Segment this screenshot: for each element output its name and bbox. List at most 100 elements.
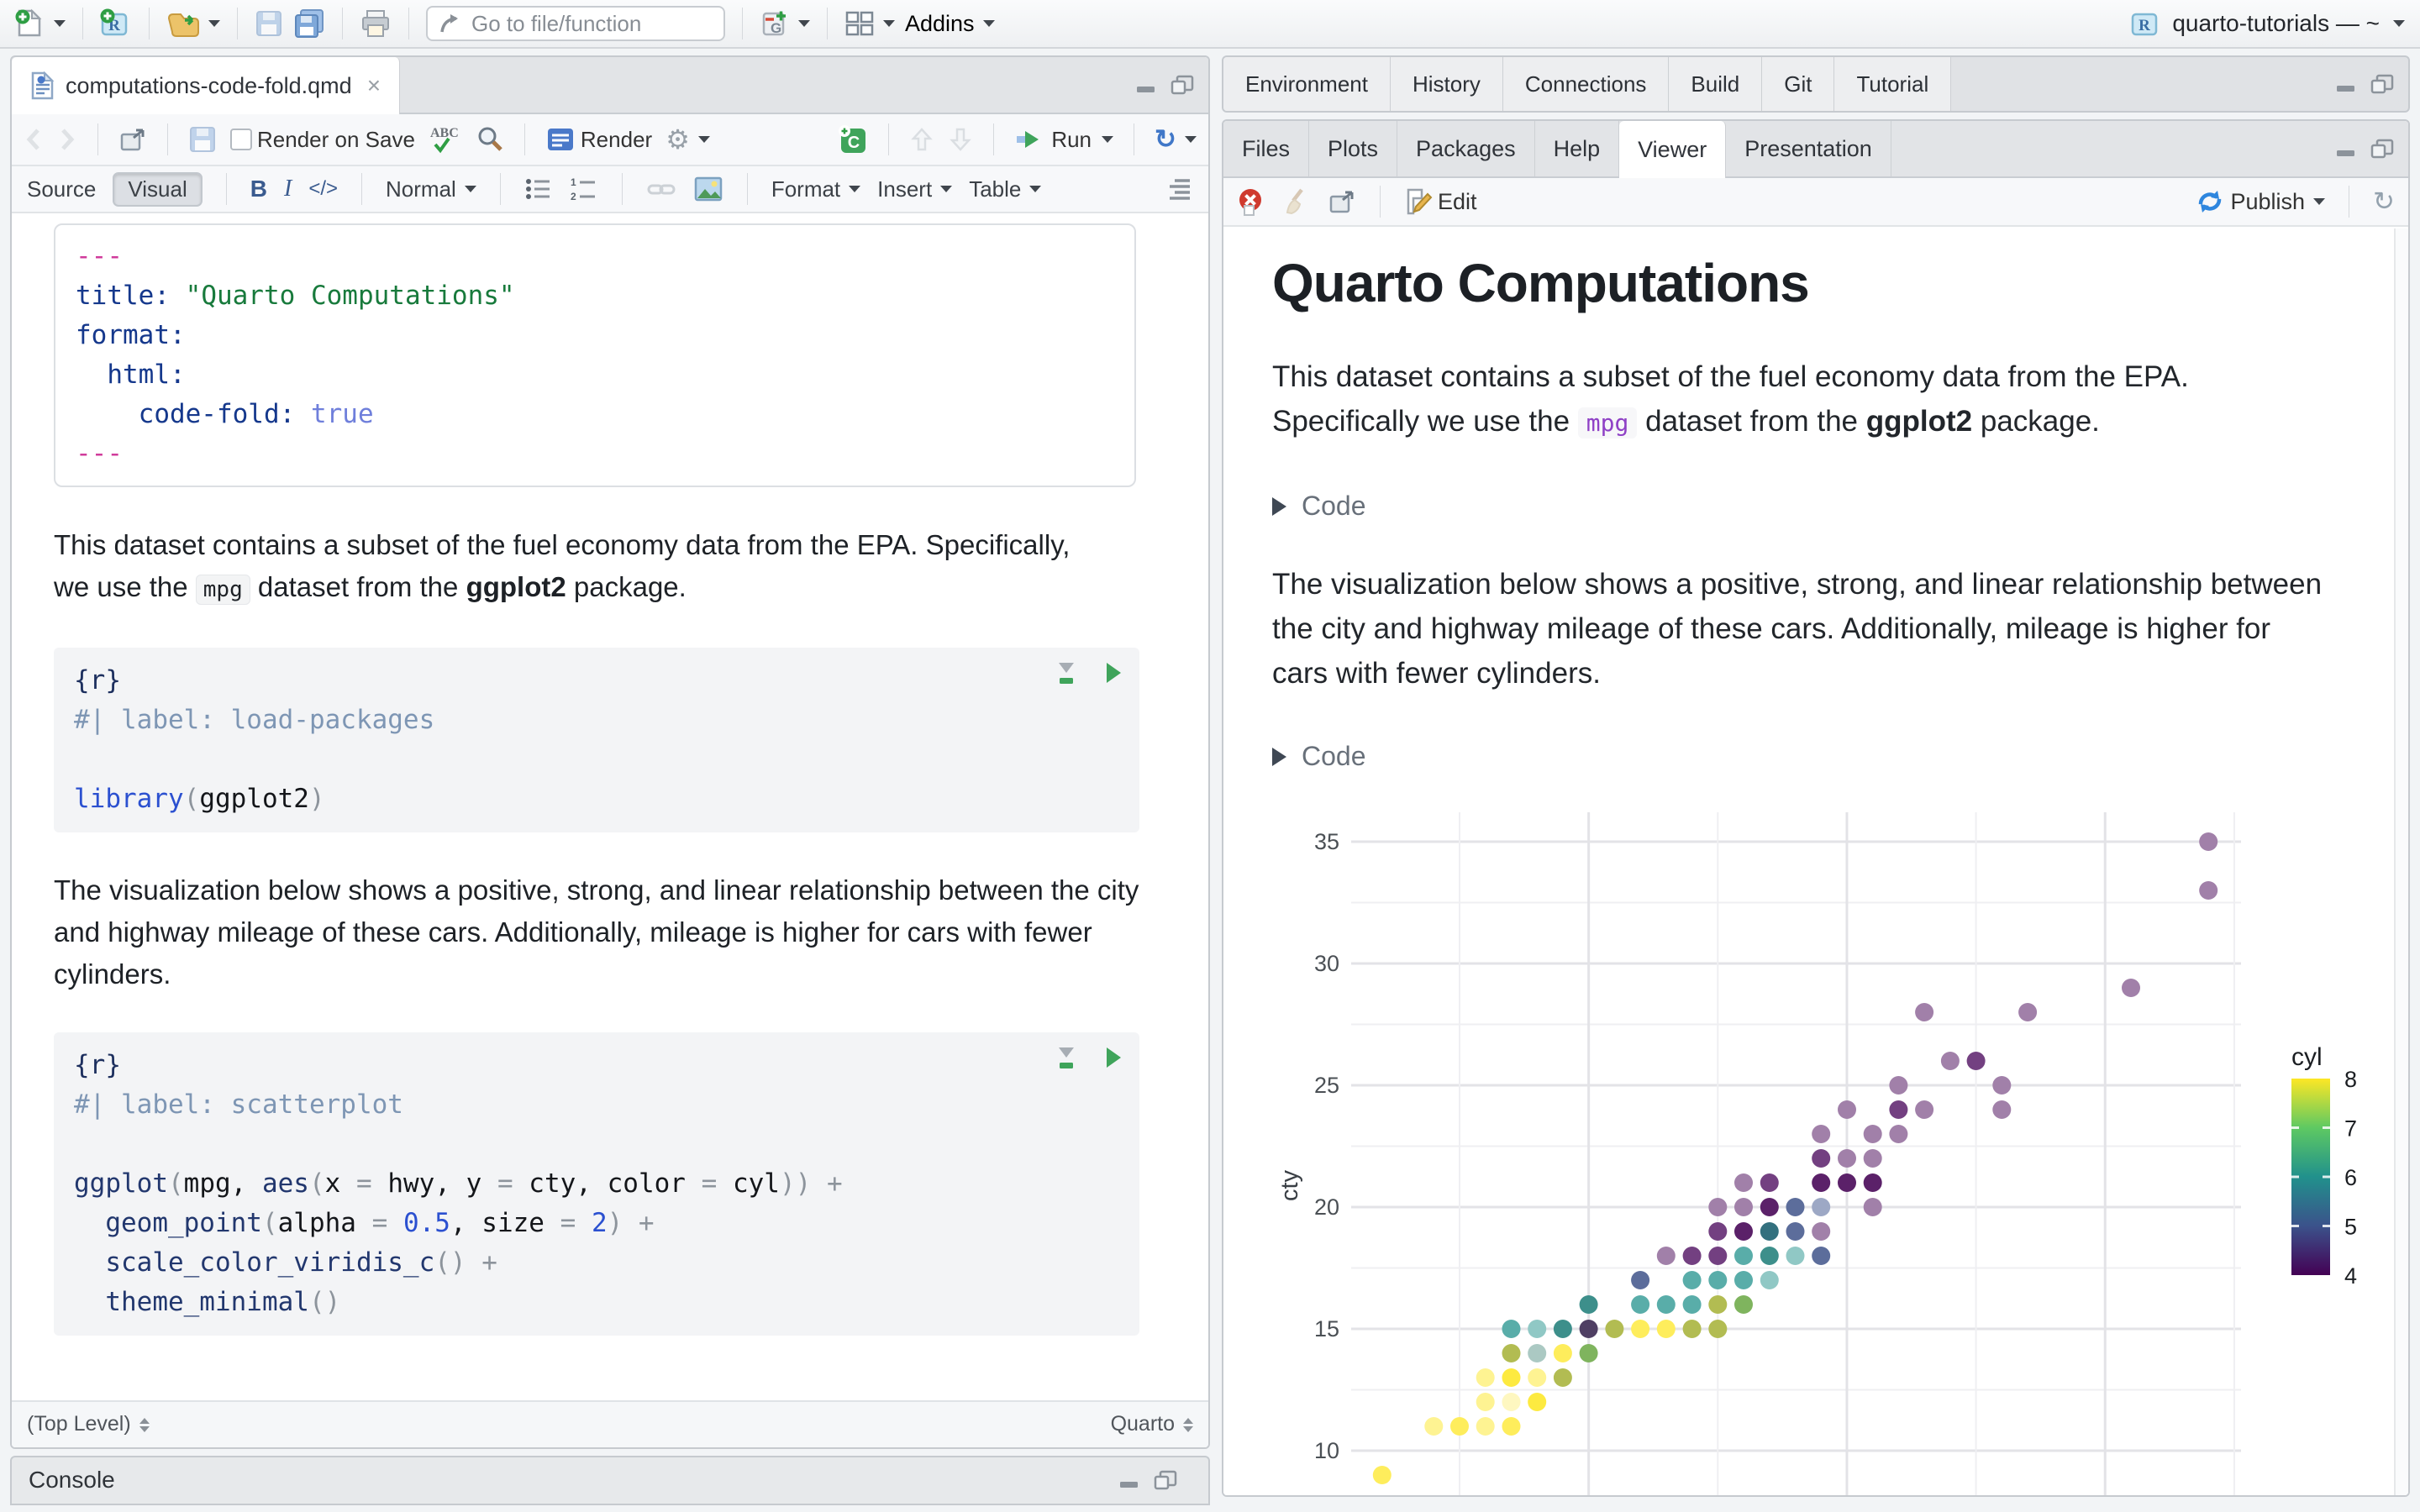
forward-button[interactable]	[57, 126, 77, 153]
open-file-button[interactable]	[166, 8, 220, 39]
render-button[interactable]: Render	[545, 125, 652, 154]
editor-statusbar: (Top Level) Quarto	[12, 1399, 1208, 1447]
tab-connections[interactable]: Connections	[1502, 57, 1670, 111]
insert-chunk-button[interactable]: C	[838, 124, 868, 155]
refresh-viewer-button[interactable]: ↻	[2373, 186, 2395, 217]
minimize-icon[interactable]	[1118, 1470, 1141, 1490]
print-button[interactable]	[360, 8, 392, 39]
viewer-tabbar: Files Plots Packages Help Viewer Presentation	[1223, 121, 2408, 178]
render-on-save-checkbox[interactable]: Render on Save	[230, 127, 415, 153]
back-button[interactable]	[24, 126, 44, 153]
italic-button[interactable]: I	[284, 176, 292, 202]
save-button[interactable]	[255, 9, 283, 38]
find-button[interactable]	[476, 125, 504, 154]
run-chunk-icon[interactable]	[1102, 660, 1124, 685]
version-control-button[interactable]: G	[760, 8, 810, 39]
scope-selector[interactable]: (Top Level)	[27, 1412, 150, 1436]
close-icon[interactable]: ×	[367, 72, 381, 99]
console-pane-header[interactable]: Console	[10, 1455, 1210, 1505]
visual-mode-button[interactable]: Visual	[113, 171, 203, 207]
code-fold-toggle[interactable]: Code	[1272, 741, 2408, 772]
tab-environment[interactable]: Environment	[1223, 57, 1391, 111]
divider	[82, 8, 83, 39]
bullet-list-button[interactable]	[524, 176, 553, 202]
tab-build[interactable]: Build	[1669, 57, 1763, 111]
editor-paragraph[interactable]: The visualization below shows a positive…	[54, 869, 1159, 995]
insert-dropdown[interactable]: Insert	[877, 176, 953, 202]
tab-files[interactable]: Files	[1223, 121, 1310, 176]
code-chunk-scatterplot[interactable]: {r} #| label: scatterplot ggplot(mpg, aes…	[54, 1032, 1139, 1336]
code-button[interactable]: </>	[308, 177, 338, 201]
save-all-icon	[293, 8, 325, 39]
stop-icon	[1237, 187, 1265, 216]
editor-content[interactable]: --- title: "Quarto Computations" format: h…	[12, 213, 1208, 1400]
goto-file-input[interactable]: Go to file/function	[426, 6, 725, 41]
save-all-button[interactable]	[293, 8, 325, 39]
minimize-icon[interactable]	[2334, 139, 2358, 159]
publish-icon	[2195, 187, 2225, 216]
maximize-icon[interactable]	[1153, 1469, 1178, 1491]
new-file-button[interactable]	[15, 8, 66, 39]
publish-button[interactable]: Publish	[2195, 187, 2326, 216]
spellcheck-button[interactable]: ABC	[429, 124, 462, 155]
minimize-icon[interactable]	[2334, 74, 2358, 94]
link-button[interactable]	[646, 176, 676, 202]
tab-presentation[interactable]: Presentation	[1726, 121, 1891, 176]
maximize-icon[interactable]	[1170, 74, 1195, 96]
stop-button[interactable]	[1237, 187, 1265, 216]
triangle-right-icon	[1272, 496, 1286, 516]
minimize-icon[interactable]	[1134, 75, 1158, 95]
go-next-section-button[interactable]	[948, 126, 973, 153]
tab-viewer[interactable]: Viewer	[1619, 121, 1727, 178]
code-line: {r}	[74, 665, 121, 696]
render-options-button[interactable]: ⚙	[666, 123, 710, 155]
editor-paragraph[interactable]: This dataset contains a subset of the fu…	[54, 524, 1079, 611]
open-folder-icon	[166, 8, 200, 39]
go-previous-section-button[interactable]	[909, 126, 934, 153]
clear-viewer-button[interactable]	[1282, 187, 1311, 216]
table-dropdown[interactable]: Table	[969, 176, 1042, 202]
file-type-selector[interactable]: Quarto	[1111, 1412, 1193, 1436]
outline-button[interactable]	[1166, 176, 1193, 202]
run-button[interactable]: Run	[1014, 126, 1114, 153]
addins-button[interactable]: Addins	[905, 11, 995, 37]
viewer-scrollbar[interactable]	[2394, 228, 2408, 1495]
svg-text:cyl: cyl	[2291, 1043, 2323, 1071]
tab-plots[interactable]: Plots	[1309, 121, 1398, 176]
tab-help[interactable]: Help	[1535, 121, 1620, 176]
svg-text:C: C	[848, 134, 860, 152]
rerun-button[interactable]: ↻	[1155, 124, 1197, 155]
new-project-button[interactable]: R	[100, 8, 132, 39]
format-dropdown[interactable]: Format	[771, 176, 861, 202]
tab-git[interactable]: Git	[1762, 57, 1835, 111]
maximize-icon[interactable]	[2370, 73, 2395, 95]
code-fold-toggle[interactable]: Code	[1272, 491, 2408, 522]
paragraph-style-dropdown[interactable]: Normal	[386, 176, 476, 202]
yaml-block[interactable]: --- title: "Quarto Computations" format: h…	[54, 223, 1136, 487]
rendered-document[interactable]: Quarto Computations This dataset contain…	[1223, 227, 2408, 1495]
run-chunk-icon[interactable]	[1102, 1045, 1124, 1070]
scatterplot-svg: 10 15 20 25 30 35 cty cyl 8 7 6 5 4	[1276, 812, 2357, 1495]
tab-history[interactable]: History	[1390, 57, 1503, 111]
edit-button[interactable]: Edit	[1404, 187, 1477, 216]
inline-code: mpg	[1577, 407, 1638, 438]
project-menu-button[interactable]: R quarto-tutorials — ~	[2130, 8, 2405, 39]
save-document-button[interactable]	[188, 125, 217, 154]
viewer-popout-button[interactable]	[1328, 188, 1356, 215]
chevron-down-icon	[883, 20, 895, 27]
spellcheck-icon: ABC	[429, 124, 462, 155]
image-button[interactable]	[693, 176, 723, 202]
popout-button[interactable]	[118, 126, 147, 153]
tab-computations-code-fold-qmd[interactable]: computations-code-fold.qmd ×	[12, 57, 401, 114]
tab-tutorial[interactable]: Tutorial	[1834, 57, 1952, 111]
numbered-list-button[interactable]: 12	[570, 176, 598, 202]
code-chunk-load-packages[interactable]: {r} #| label: load-packages library(ggplo…	[54, 648, 1139, 832]
tab-packages[interactable]: Packages	[1397, 121, 1535, 176]
maximize-icon[interactable]	[2370, 138, 2395, 160]
run-above-icon[interactable]	[1054, 659, 1079, 686]
source-mode-button[interactable]: Source	[27, 176, 96, 202]
pane-layout-button[interactable]	[844, 9, 895, 38]
bold-button[interactable]: B	[250, 176, 267, 202]
run-above-icon[interactable]	[1054, 1044, 1079, 1071]
